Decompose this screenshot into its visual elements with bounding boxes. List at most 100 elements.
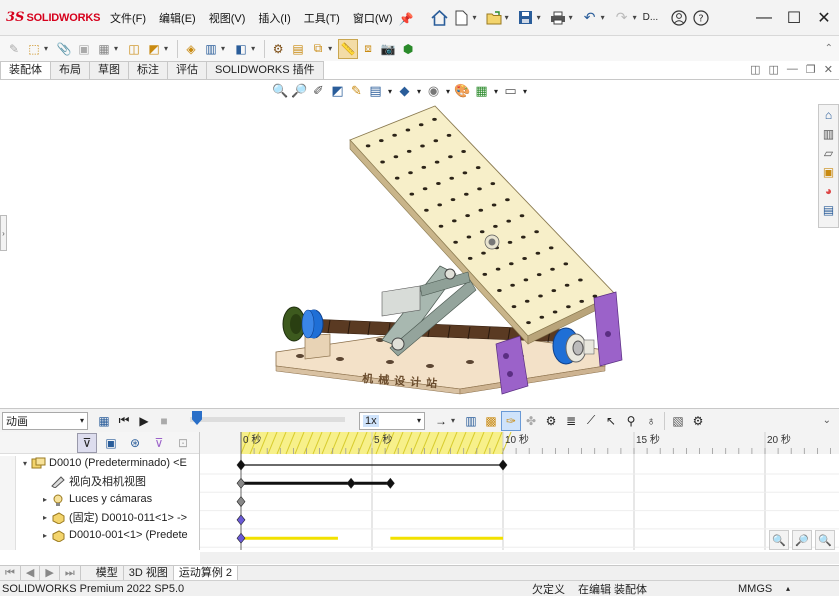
reference-geometry-icon[interactable]: ◧ [231,39,251,59]
chevron-down-icon[interactable]: ▾ [44,44,48,53]
playback-mode-icon[interactable]: → [431,411,451,431]
dynamic-annotation-icon[interactable]: ✎ [348,83,365,99]
add-update-key-icon[interactable]: ✤ [521,411,541,431]
chevron-down-icon[interactable]: ▾ [164,44,168,53]
chevron-down-icon[interactable]: ▾ [451,416,455,425]
menu-file[interactable]: 文件(F) [110,10,146,26]
results-plots-icon[interactable]: ♁ [641,411,661,431]
contact-icon[interactable]: ⟋ [581,411,601,431]
show-hidden-components-icon[interactable]: ◈ [181,39,201,59]
keyframe-marker[interactable] [236,477,246,489]
tab-motion-study[interactable]: 运动算例 2 [173,566,239,580]
playback-slider-track[interactable] [190,417,345,422]
zoom-in-timeline-icon[interactable]: 🔍 [769,530,789,550]
tree-row[interactable]: ▾ D0010 (Predeterminado) <E [0,454,199,472]
doc-restore-icon[interactable]: ❐ [806,63,816,76]
mate-icon[interactable]: 📎 [54,39,74,59]
calculate-icon[interactable]: ▦ [94,411,114,431]
gravity-icon[interactable]: ↖ [601,411,621,431]
model-viewport[interactable]: 机械设计站 [270,104,630,404]
keyframe-marker[interactable] [236,532,246,544]
display-style-icon[interactable]: ◆ [396,83,413,99]
home-icon[interactable] [429,7,451,29]
linear-pattern-icon[interactable]: ▦ [94,39,114,59]
user-account-icon[interactable] [668,7,690,29]
tree-row[interactable]: ▸ D0010-001<1> (Predete [0,526,199,544]
zoom-to-area-icon[interactable]: 🔎 [291,83,308,99]
expand-toolbar-icon[interactable]: ⌃ [825,43,833,54]
study-type-select[interactable]: 动画 ▾ [2,411,88,430]
tab-addins[interactable]: SOLIDWORKS 插件 [206,61,324,79]
solidworks-resources-icon[interactable]: ⌂ [821,107,837,123]
component-preview-icon[interactable]: ▣ [74,39,94,59]
menu-tools[interactable]: 工具(T) [304,10,340,26]
tab-evaluate[interactable]: 评估 [167,61,207,79]
assembly-features-icon[interactable]: ▥ [201,39,221,59]
chevron-down-icon[interactable]: ▾ [601,13,605,22]
chevron-down-icon[interactable]: ▾ [569,13,573,22]
doc-minimize-icon[interactable]: — [787,63,798,76]
chevron-down-icon[interactable]: ▾ [114,44,118,53]
tree-row[interactable]: ▸ (固定) D0010-011<1> -> [0,508,199,526]
menu-window[interactable]: 窗口(W) [353,10,393,26]
chevron-down-icon[interactable]: ▾ [386,87,394,96]
print-icon[interactable] [547,7,569,29]
exploded-view-icon[interactable]: ⧉ [308,39,328,59]
tab-assembly[interactable]: 装配体 [0,61,51,79]
open-folder-icon[interactable] [483,7,505,29]
tab-nav-last-icon[interactable]: ⏭ [60,566,81,580]
view-settings-icon[interactable]: ▭ [502,83,519,99]
tab-3d-views[interactable]: 3D 视图 [124,566,174,580]
close-icon[interactable]: ✕ [809,3,839,33]
chevron-down-icon[interactable]: ▾ [505,13,509,22]
chevron-down-icon[interactable]: ▾ [328,44,332,53]
expand-arrow-icon[interactable]: ▸ [40,495,50,504]
view-palette-icon[interactable]: ▣ [821,164,837,180]
custom-properties-icon[interactable]: ▤ [821,202,837,218]
tab-sketch[interactable]: 草图 [89,61,129,79]
collapse-arrow-icon[interactable]: ▾ [20,459,30,468]
tab-layout[interactable]: 布局 [50,61,90,79]
maximize-icon[interactable]: ☐ [779,3,809,33]
feature-manager-expand-handle[interactable]: › [0,215,7,251]
spring-icon[interactable]: ≣ [561,411,581,431]
play-icon[interactable]: ▶ [134,411,154,431]
minimize-icon[interactable]: — [749,3,779,33]
chevron-down-icon[interactable]: ▾ [221,44,225,53]
hide-show-items-icon[interactable]: ◉ [425,83,442,99]
instant3d-icon[interactable]: 📏 [338,38,359,59]
menu-view[interactable]: 视图(V) [209,10,246,26]
redo-icon[interactable]: ↷ [611,7,633,29]
large-assembly-mode-icon[interactable]: ⬢ [398,39,418,59]
keyframe-marker[interactable] [236,514,246,526]
timeline-horizontal-scrollbar[interactable] [200,552,839,564]
apply-scene-icon[interactable]: ▦ [473,83,490,99]
keyframe-marker[interactable] [498,459,508,471]
filter-animated-icon[interactable]: ⊽ [77,432,97,453]
expand-arrow-icon[interactable]: ▸ [40,513,50,522]
collapse-motion-manager-icon[interactable]: ⌄ [823,415,831,426]
chevron-down-icon[interactable]: ▾ [633,13,637,22]
bill-of-materials-icon[interactable]: ▤ [288,39,308,59]
tab-markup[interactable]: 标注 [128,61,168,79]
tab-nav-prev-icon[interactable]: ◀ [21,566,41,580]
edit-appearance-icon[interactable]: 🎨 [454,83,471,99]
expand-arrow-icon[interactable]: ▸ [40,531,50,540]
appearances-scenes-icon[interactable]: ◕ [821,183,837,199]
file-explorer-icon[interactable]: ▱ [821,145,837,161]
chevron-down-icon[interactable]: ▾ [444,87,452,96]
zoom-out-timeline-icon[interactable]: 🔎 [792,530,812,550]
restore-pane-icon[interactable]: ◫ [750,63,760,76]
design-library-icon[interactable]: ▥ [821,126,837,142]
keyframe-marker[interactable] [346,477,356,489]
chevron-down-icon[interactable]: ▾ [415,87,423,96]
move-component-icon[interactable]: ◩ [144,39,164,59]
previous-view-icon[interactable]: ✐ [310,83,327,99]
force-icon[interactable]: ⚲ [621,411,641,431]
unit-system[interactable]: MMGS [738,583,778,595]
undo-icon[interactable]: ↶ [579,7,601,29]
section-view-icon[interactable]: ◩ [329,83,346,99]
collapse-pane-icon[interactable]: ◫ [769,63,779,76]
motor-icon[interactable]: ⚙ [541,411,561,431]
filter-selected-icon[interactable]: ⊛ [125,433,145,453]
